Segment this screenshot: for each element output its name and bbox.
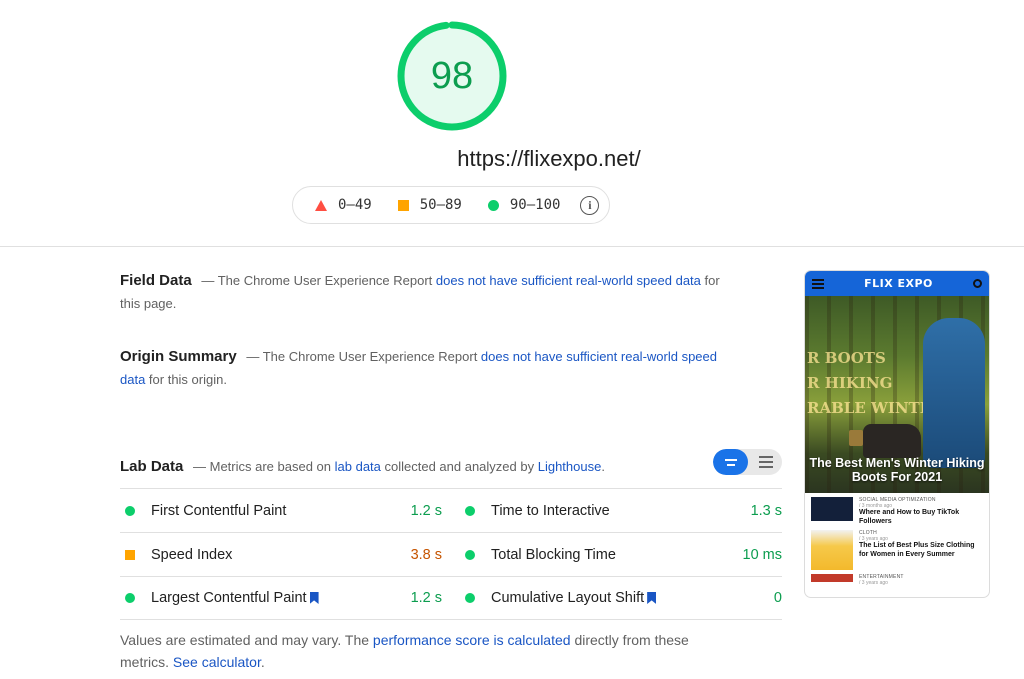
metric-value: 0: [773, 590, 782, 606]
field-data-section: Field Data — The Chrome User Experience …: [120, 269, 720, 315]
lines-icon: [759, 466, 773, 468]
circle-icon: [125, 505, 135, 516]
page-screenshot-preview: FLIX EXPO R BOOTS R HIKING RABLE WINTER …: [804, 270, 990, 598]
article-title: The List of Best Plus Size Clothing for …: [859, 542, 975, 558]
metric-value: 10 ms: [742, 546, 783, 563]
lab-data-text-middle: collected and analyzed by: [380, 459, 538, 474]
field-data-text: The Chrome User Experience Report: [217, 273, 436, 288]
preview-article-item: ENTERTAINMENT/ 3 years ago: [811, 574, 983, 586]
metric-value: 1.2 s: [410, 502, 442, 519]
lines-icon: [759, 461, 773, 463]
preview-hero-caption: The Best Men's Winter Hiking Boots For 2…: [809, 456, 985, 484]
score-calculation-link[interactable]: performance score is calculated: [373, 632, 571, 648]
circle-icon: [465, 505, 475, 516]
square-icon: [125, 549, 135, 560]
section-divider: [0, 246, 1024, 247]
article-thumbnail: [811, 530, 853, 570]
preview-article-item: CLOTH/ 3 years ago The List of Best Plus …: [811, 530, 983, 570]
metric-item: First Contentful Paint 1.2 s: [120, 489, 442, 532]
triangle-icon: [315, 199, 327, 211]
lab-data-link[interactable]: lab data: [335, 459, 381, 474]
score-legend: 0–49 50–89 90–100 i: [292, 186, 610, 224]
footnote-text-after: .: [260, 654, 265, 670]
hamburger-menu-icon: [812, 277, 824, 291]
tested-url: https://flixexpo.net/: [0, 146, 1024, 172]
preview-hero-image: R BOOTS R HIKING RABLE WINTER The Best M…: [805, 296, 989, 493]
metric-label: Speed Index: [151, 546, 233, 563]
legend-pass-label: 90–100: [509, 197, 561, 213]
footnote-text: Values are estimated and may vary. The: [120, 632, 373, 648]
tested-url-text: https://flixexpo.net/: [457, 146, 641, 171]
field-data-link[interactable]: does not have sufficient real-world spee…: [436, 273, 701, 288]
article-thumbnail: [811, 574, 853, 582]
metric-label: Time to Interactive: [491, 502, 610, 519]
metric-label: Total Blocking Time: [491, 546, 616, 563]
legend-average: 50–89: [397, 197, 462, 213]
footnote: Values are estimated and may vary. The p…: [120, 629, 740, 673]
field-data-title: Field Data: [120, 272, 192, 289]
metrics-row: Speed Index 3.8 s Total Blocking Time 10 ms: [120, 532, 782, 576]
lighthouse-link[interactable]: Lighthouse: [538, 459, 602, 474]
legend-fail-label: 0–49: [338, 197, 372, 213]
metrics-row: First Contentful Paint 1.2 s Time to Inter…: [120, 488, 782, 532]
search-icon: [973, 279, 982, 288]
article-title: Where and How to Buy TikTok Followers: [859, 509, 960, 525]
metric-label: Cumulative Layout Shift: [491, 590, 645, 606]
circle-icon: [465, 549, 475, 560]
legend-fail: 0–49: [315, 197, 372, 213]
metric-label: Largest Contentful Paint: [151, 590, 307, 606]
origin-summary-text-after: for this origin.: [145, 372, 227, 387]
lines-icon: [724, 458, 737, 461]
article-thumbnail: [811, 497, 853, 521]
metrics-view-toggle[interactable]: [713, 449, 782, 475]
article-date: / 3 years ago: [859, 580, 888, 586]
lab-data-title: Lab Data: [120, 458, 184, 475]
origin-summary-section: Origin Summary — The Chrome User Experie…: [120, 345, 720, 391]
score-gauge: 98: [396, 20, 508, 132]
legend-average-label: 50–89: [419, 197, 462, 213]
origin-summary-title: Origin Summary: [120, 348, 237, 365]
backpack-image: [923, 318, 985, 468]
origin-summary-dash: —: [246, 349, 260, 364]
metrics-row: Largest Contentful Paint 1.2 s Cumulative …: [120, 576, 782, 620]
cup-image: [849, 430, 863, 446]
circle-icon: [125, 593, 135, 603]
preview-article-list: SOCIAL MEDIA OPTIMIZATION/ 3 months ago W…: [805, 493, 989, 594]
metric-value: 1.3 s: [750, 502, 782, 519]
preview-article-item: SOCIAL MEDIA OPTIMIZATION/ 3 months ago W…: [811, 497, 983, 526]
square-icon: [397, 199, 409, 211]
metric-value: 3.8 s: [410, 546, 442, 563]
lines-icon: [759, 456, 773, 458]
metric-item: Cumulative Layout Shift 0: [460, 577, 782, 619]
preview-header: FLIX EXPO: [805, 271, 989, 296]
bookmark-icon: [309, 592, 319, 604]
metric-value: 1.2 s: [410, 590, 442, 606]
circle-icon: [465, 593, 475, 603]
lines-icon-short: [726, 463, 735, 466]
info-icon[interactable]: i: [580, 195, 600, 215]
lab-data-section: Lab Data — Metrics are based on lab data…: [120, 455, 720, 478]
bookmark-icon: [647, 592, 657, 604]
metric-label: First Contentful Paint: [151, 502, 287, 519]
lab-data-text-after: .: [601, 459, 605, 474]
field-data-dash: —: [201, 273, 215, 288]
metric-item: Speed Index 3.8 s: [120, 533, 442, 576]
origin-summary-text: The Chrome User Experience Report: [262, 349, 481, 364]
metrics-table: First Contentful Paint 1.2 s Time to Inter…: [120, 488, 782, 620]
compact-view-button[interactable]: [713, 449, 748, 475]
expanded-view-button[interactable]: [754, 449, 778, 475]
see-calculator-link[interactable]: See calculator: [173, 654, 261, 670]
metric-item: Largest Contentful Paint 1.2 s: [120, 577, 442, 619]
lab-data-dash: —: [192, 459, 206, 474]
metric-item: Total Blocking Time 10 ms: [460, 533, 782, 576]
metric-item: Time to Interactive 1.3 s: [460, 489, 782, 532]
performance-score: 98: [430, 54, 474, 97]
lab-data-text: Metrics are based on: [209, 459, 335, 474]
circle-icon: [487, 199, 499, 211]
boot-image: [863, 424, 921, 458]
preview-logo: FLIX EXPO: [864, 277, 933, 290]
legend-pass: 90–100: [487, 197, 561, 213]
